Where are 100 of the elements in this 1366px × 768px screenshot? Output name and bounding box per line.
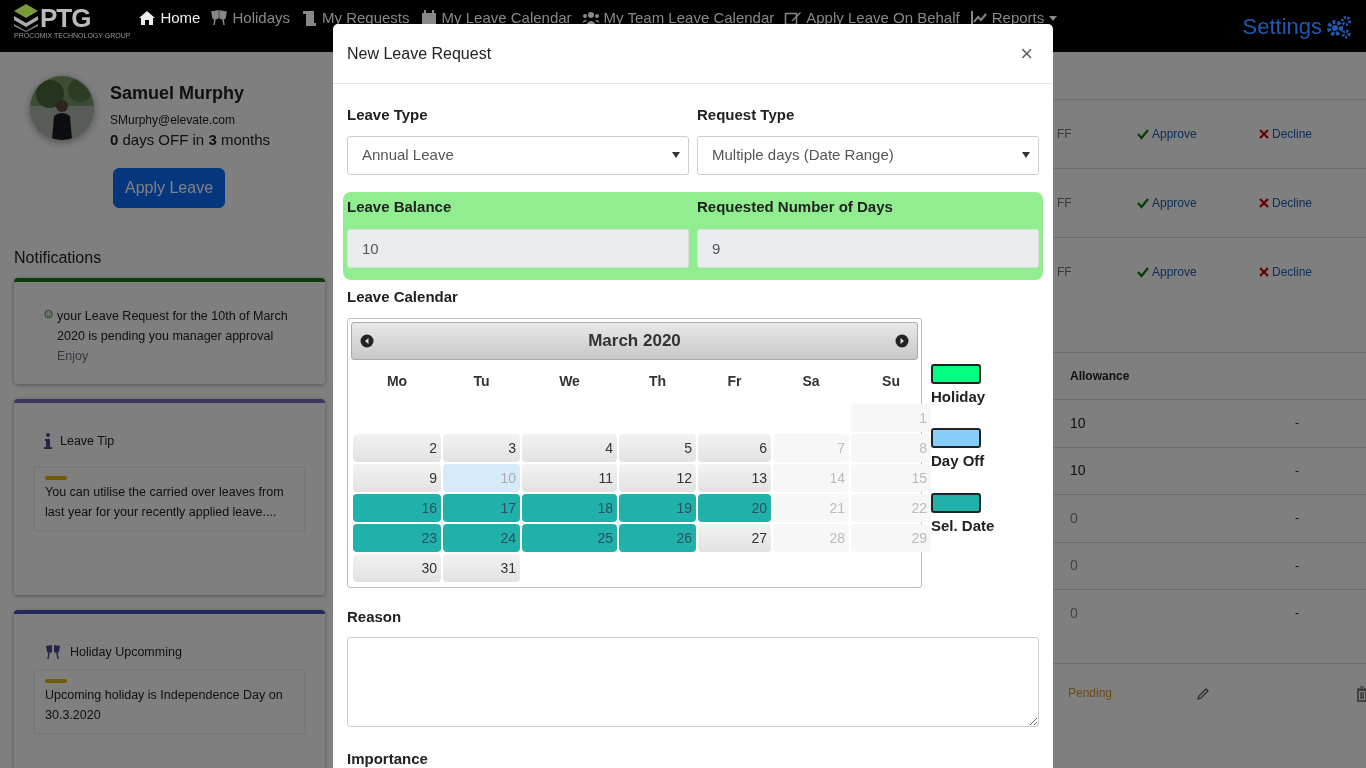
field-label: Request Type bbox=[697, 105, 796, 125]
table-cell-text: - bbox=[1295, 415, 1300, 433]
select-field[interactable]: Multiple days (Date Range) bbox=[697, 135, 1039, 175]
calendar-day[interactable]: 9 bbox=[353, 463, 441, 492]
calendar-day[interactable]: 29 bbox=[851, 523, 931, 552]
calendar-day[interactable]: 4 bbox=[522, 433, 617, 462]
field-label: Importance bbox=[347, 749, 429, 768]
table-cell-text: - bbox=[1295, 462, 1300, 480]
legend-label: Sel. Date bbox=[931, 515, 995, 536]
table-cell-text: - bbox=[1295, 510, 1300, 528]
calendar-day[interactable]: 18 bbox=[522, 493, 617, 522]
approve-link[interactable]: Approve bbox=[1137, 263, 1259, 281]
weekday-header: Sa bbox=[801, 372, 821, 391]
caret-icon bbox=[672, 151, 680, 158]
select-field[interactable]: Annual Leave bbox=[347, 135, 689, 175]
legend-label: Day Off bbox=[931, 451, 986, 471]
calendar-day[interactable]: 30 bbox=[353, 553, 441, 582]
calendar-day[interactable]: 3 bbox=[443, 433, 520, 462]
card-title: Leave Tip bbox=[60, 432, 115, 450]
card-title: Holiday Upcomming bbox=[70, 643, 182, 661]
table-cell-text: 0 bbox=[1070, 556, 1079, 576]
input-field[interactable]: 10 bbox=[347, 229, 689, 268]
decline-link[interactable]: Decline bbox=[1259, 125, 1366, 143]
reason-field[interactable] bbox=[347, 637, 1039, 727]
calendar-day[interactable]: 16 bbox=[353, 493, 441, 522]
legend-label: Holiday bbox=[931, 386, 987, 407]
calendar-day[interactable]: 7 bbox=[773, 433, 849, 462]
table-cell-text: 10 bbox=[1070, 413, 1087, 433]
scroll-icon bbox=[300, 9, 318, 28]
field-label: Leave Calendar bbox=[347, 287, 459, 307]
calendar-day[interactable]: 5 bbox=[619, 433, 696, 462]
calendar-day[interactable]: 22 bbox=[851, 493, 931, 522]
calendar-day[interactable]: 6 bbox=[698, 433, 771, 462]
field-label: Reason bbox=[347, 606, 403, 627]
glasses-icon bbox=[44, 642, 62, 661]
calendar-day[interactable]: 31 bbox=[443, 553, 520, 582]
notification-text: your Leave Request for the 10th of March 2020 is pending you manager approval bbox=[57, 307, 289, 345]
calendar-day[interactable]: 17 bbox=[443, 493, 520, 522]
calendar-day[interactable]: 21 bbox=[773, 493, 849, 522]
table-cell-text: FF bbox=[1056, 195, 1073, 212]
approve-link[interactable]: Approve bbox=[1137, 125, 1259, 143]
calendar-day[interactable]: 23 bbox=[353, 523, 441, 552]
check-icon bbox=[1137, 128, 1149, 140]
nav-link[interactable]: Home bbox=[138, 7, 201, 30]
home-icon bbox=[138, 9, 157, 28]
logo-icon bbox=[14, 4, 38, 32]
decline-link[interactable]: Decline bbox=[1259, 194, 1366, 212]
calendar-day[interactable]: 25 bbox=[522, 523, 617, 552]
previous-icon[interactable] bbox=[360, 333, 374, 348]
close-icon bbox=[1259, 267, 1269, 277]
table-cell-text: 0 bbox=[1070, 603, 1079, 623]
apply-leave-button[interactable]: Apply Leave bbox=[113, 167, 226, 208]
next-icon[interactable] bbox=[895, 333, 909, 348]
table-cell-text: FF bbox=[1056, 126, 1073, 143]
calendar-day[interactable]: 27 bbox=[698, 523, 771, 552]
check-icon bbox=[1137, 197, 1149, 209]
calendar-day[interactable]: 20 bbox=[698, 493, 771, 522]
month-title: March 2020 bbox=[588, 329, 681, 352]
weekday-header: Su bbox=[881, 372, 901, 391]
field-label: Leave Type bbox=[347, 105, 429, 125]
email-text: SMurphy@elevate.com bbox=[110, 112, 236, 129]
calendar-day[interactable]: 14 bbox=[773, 463, 849, 492]
weekday-header: Mo bbox=[385, 372, 409, 391]
weekday-header: Th bbox=[647, 372, 668, 391]
close-button[interactable]: × bbox=[1014, 42, 1039, 65]
weekday-header: Tu bbox=[472, 372, 491, 391]
calendar-day[interactable]: 15 bbox=[851, 463, 931, 492]
input-field[interactable]: 9 bbox=[697, 229, 1039, 268]
pencil-icon[interactable] bbox=[1196, 686, 1210, 701]
trash-icon[interactable] bbox=[1356, 685, 1366, 702]
tip-text: Upcoming holiday is Independence Day on 30.3.2020 bbox=[45, 686, 284, 724]
person-name: Samuel Murphy bbox=[110, 82, 246, 105]
calendar-day[interactable]: 10 bbox=[443, 463, 520, 492]
table-cell-text: 0 bbox=[1070, 508, 1079, 528]
table-cell-text: FF bbox=[1056, 264, 1073, 281]
status-text: Pending bbox=[1068, 685, 1114, 702]
calendar-day[interactable]: 19 bbox=[619, 493, 696, 522]
nav-link[interactable]: Holidays bbox=[210, 7, 290, 30]
calendar-day[interactable]: 13 bbox=[698, 463, 771, 492]
tip-text: You can utilise the carried over leaves from last year for your recently applied leave.... bbox=[45, 483, 285, 521]
settings-link[interactable]: Settings bbox=[1242, 10, 1352, 43]
notification-note: Enjoy bbox=[57, 347, 90, 365]
modal-title: New Leave Request bbox=[347, 43, 492, 64]
calendar-day[interactable]: 11 bbox=[522, 463, 617, 492]
calendar-day[interactable]: 28 bbox=[773, 523, 849, 552]
column-header: Allowance bbox=[1070, 368, 1131, 385]
glasses-icon bbox=[210, 9, 229, 28]
nav-link[interactable]: My Requests bbox=[300, 7, 410, 30]
approve-link[interactable]: Approve bbox=[1137, 194, 1259, 212]
calendar-day[interactable]: 12 bbox=[619, 463, 696, 492]
decline-link[interactable]: Decline bbox=[1259, 263, 1366, 281]
calendar-day[interactable]: 8 bbox=[851, 433, 931, 462]
close-icon bbox=[1259, 198, 1269, 208]
logo-text: PTG bbox=[40, 5, 91, 31]
calendar-day[interactable]: 1 bbox=[851, 403, 931, 432]
weekday-header: Fr bbox=[726, 372, 743, 391]
calendar-day[interactable]: 24 bbox=[443, 523, 520, 552]
calendar-day[interactable]: 26 bbox=[619, 523, 696, 552]
calendar-day[interactable]: 2 bbox=[353, 433, 441, 462]
accent-bar bbox=[45, 475, 67, 480]
